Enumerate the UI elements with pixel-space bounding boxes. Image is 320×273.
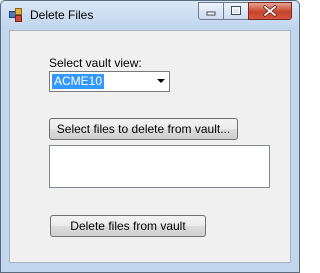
files-list[interactable] bbox=[49, 145, 270, 188]
window-title: Delete Files bbox=[30, 8, 94, 22]
close-button[interactable] bbox=[248, 2, 292, 20]
minimize-button[interactable] bbox=[198, 2, 224, 20]
minimize-icon bbox=[206, 11, 216, 16]
title-bar[interactable]: Delete Files bbox=[1, 1, 299, 29]
form-body: Select vault view: ACME10 Select files t… bbox=[9, 30, 291, 263]
maximize-button[interactable] bbox=[223, 2, 249, 20]
select-files-button[interactable]: Select files to delete from vault... bbox=[49, 118, 238, 140]
vault-view-selected-value: ACME10 bbox=[52, 74, 105, 89]
delete-files-button[interactable]: Delete files from vault bbox=[50, 215, 206, 237]
vault-view-dropdown[interactable]: ACME10 bbox=[49, 71, 170, 92]
chevron-down-icon bbox=[157, 79, 165, 83]
maximize-icon bbox=[231, 6, 241, 15]
close-icon bbox=[263, 5, 277, 17]
vault-view-label: Select vault view: bbox=[49, 56, 142, 70]
delete-files-window: Delete Files Select vault view: ACME10 S… bbox=[0, 0, 300, 273]
app-icon bbox=[9, 8, 22, 22]
